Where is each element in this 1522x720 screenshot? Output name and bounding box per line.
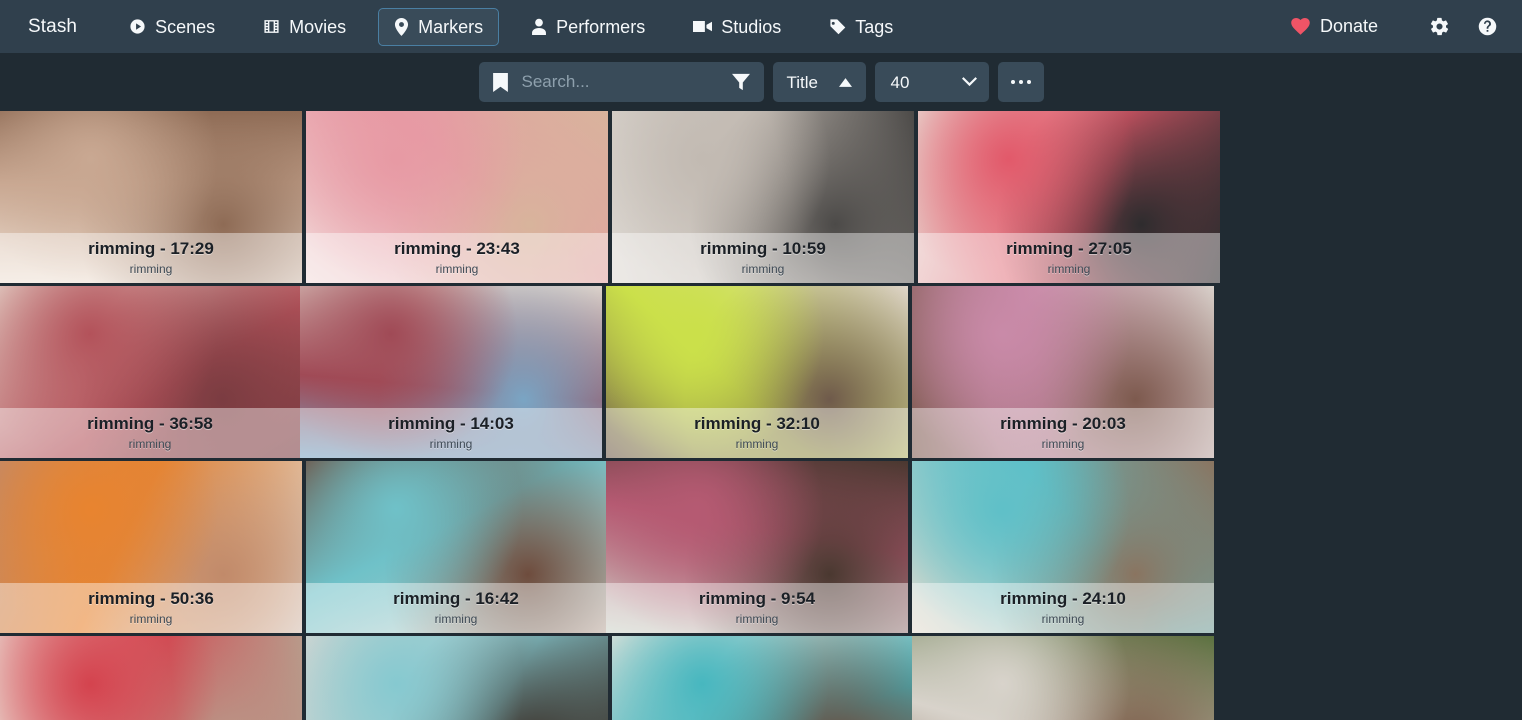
marker-thumbnail: [306, 111, 608, 283]
help-button[interactable]: [1470, 10, 1504, 44]
navbar-right: Donate: [1279, 8, 1504, 45]
marker-card[interactable]: rimming - 50:36 rimming: [0, 461, 302, 633]
map-marker-icon: [394, 17, 409, 36]
marker-thumbnail: [612, 636, 912, 720]
marker-card[interactable]: rimming - 11:50rimming: [306, 636, 608, 720]
search-box[interactable]: [478, 62, 764, 102]
more-options-button[interactable]: [997, 62, 1044, 102]
marker-card[interactable]: rimming - 24:10 rimming: [912, 461, 1214, 633]
nav-item-label: Movies: [289, 16, 347, 37]
filter-toolbar: Title 40: [0, 53, 1522, 111]
marker-thumbnail: [0, 286, 300, 458]
marker-thumbnail: [0, 111, 302, 283]
marker-card[interactable]: [912, 636, 1214, 720]
marker-thumbnail: [912, 636, 1214, 720]
search-input[interactable]: [517, 72, 720, 92]
nav-item-label: Performers: [556, 16, 646, 37]
marker-card[interactable]: rimming - 36:58 rimming: [0, 286, 300, 458]
marker-card[interactable]: rimming - 16:42 rimming: [306, 461, 606, 633]
nav-item-label: Studios: [721, 16, 782, 37]
nav-item-markers[interactable]: Markers: [378, 7, 500, 46]
nav-item-studios[interactable]: Studios: [677, 8, 797, 46]
marker-thumbnail: [918, 111, 1220, 283]
marker-thumbnail: [912, 461, 1214, 633]
video-camera-icon: [693, 19, 713, 34]
heart-icon: [1291, 18, 1310, 35]
page-size-value: 40: [890, 72, 910, 92]
navbar: Stash Scenes Movies Markers Performers S…: [0, 0, 1522, 53]
bookmark-icon[interactable]: [492, 72, 508, 92]
nav-item-performers[interactable]: Performers: [515, 8, 661, 46]
marker-thumbnail: [0, 636, 302, 720]
page-size-select[interactable]: 40: [874, 62, 989, 102]
marker-thumbnail: [606, 461, 908, 633]
nav-item-movies[interactable]: Movies: [247, 8, 362, 46]
question-circle-icon: [1477, 16, 1498, 37]
marker-card[interactable]: rimming - 10:59 rimming: [612, 111, 914, 283]
donate-label: Donate: [1319, 16, 1378, 36]
nav-item-label: Scenes: [155, 16, 216, 37]
marker-thumbnail: [912, 286, 1214, 458]
donate-button[interactable]: Donate: [1279, 8, 1390, 45]
nav-item-tags[interactable]: Tags: [813, 8, 909, 46]
marker-card[interactable]: rimming - 9:54 rimming: [606, 461, 908, 633]
play-circle-icon: [129, 18, 146, 35]
settings-button[interactable]: [1422, 10, 1456, 44]
sort-by-button[interactable]: Title: [772, 62, 866, 102]
caret-up-icon: [838, 77, 852, 87]
marker-card[interactable]: rimming - 32:10 rimming: [606, 286, 908, 458]
marker-card[interactable]: rimming - 27:05 rimming: [918, 111, 1220, 283]
sort-by-label: Title: [786, 72, 819, 92]
marker-card[interactable]: rimming - 28:14rimming: [0, 636, 302, 720]
marker-card[interactable]: rimming - 35:53rimming: [612, 636, 912, 720]
marker-thumbnail: [306, 636, 608, 720]
funnel-icon[interactable]: [730, 69, 752, 95]
marker-thumbnail: [300, 286, 602, 458]
marker-thumbnail: [0, 461, 302, 633]
ellipsis-icon: [1010, 79, 1031, 85]
gear-icon: [1429, 16, 1450, 37]
marker-thumbnail: [612, 111, 914, 283]
marker-thumbnail: [306, 461, 606, 633]
chevron-down-icon: [961, 77, 977, 87]
user-icon: [531, 18, 547, 35]
navbar-left: Stash Scenes Movies Markers Performers S…: [22, 7, 1279, 46]
brand-home-link[interactable]: Stash: [22, 9, 93, 45]
marker-card[interactable]: rimming - 14:03 rimming: [300, 286, 602, 458]
nav-item-scenes[interactable]: Scenes: [113, 8, 231, 46]
tag-icon: [829, 18, 846, 35]
marker-card[interactable]: rimming - 17:29 rimming: [0, 111, 302, 283]
marker-card[interactable]: rimming - 20:03 rimming: [912, 286, 1214, 458]
nav-item-label: Markers: [418, 16, 484, 37]
marker-grid: rimming - 17:29 rimming rimming - 23:43 rim…: [0, 111, 1522, 720]
marker-thumbnail: [606, 286, 908, 458]
marker-card[interactable]: rimming - 23:43 rimming: [306, 111, 608, 283]
film-icon: [263, 18, 280, 35]
nav-item-label: Tags: [855, 16, 894, 37]
